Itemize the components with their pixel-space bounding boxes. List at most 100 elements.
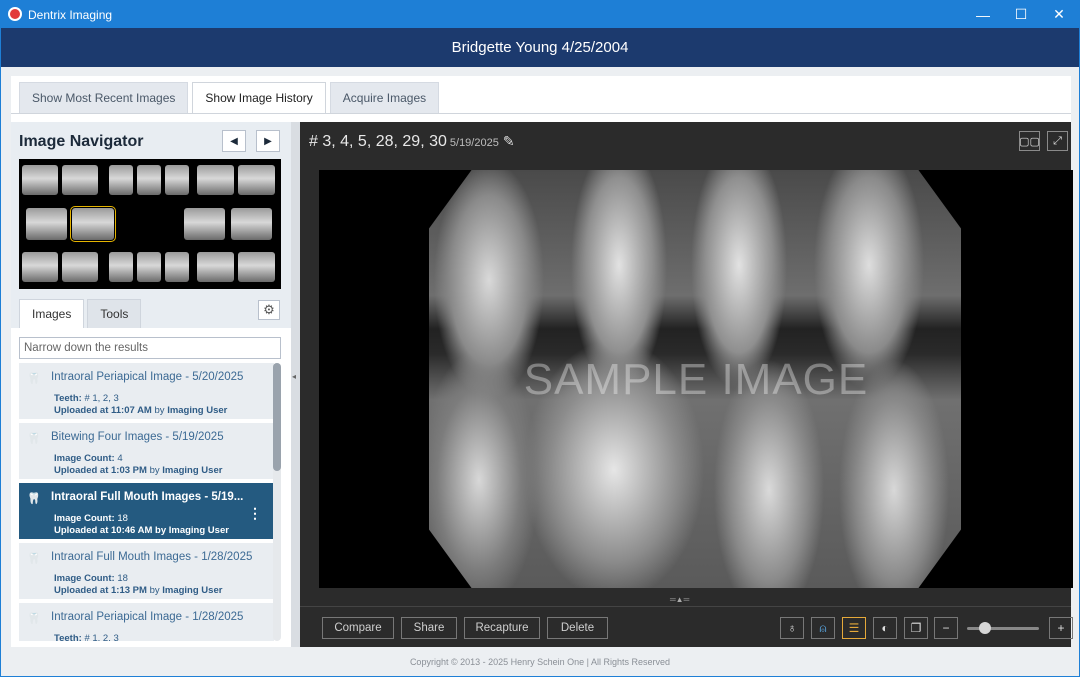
upload-user: Imaging User — [167, 405, 228, 416]
zoom-out-button[interactable]: − — [934, 617, 958, 639]
image-stage[interactable]: SAMPLE IMAGE — [319, 170, 1073, 588]
thumbnail[interactable] — [109, 252, 133, 282]
upload-user: Imaging User — [168, 525, 229, 536]
thumbnail[interactable] — [231, 208, 272, 240]
sample-watermark: SAMPLE IMAGE — [523, 355, 869, 404]
list-item[interactable]: 🦷 Bitewing Four Images - 5/19/2025 Image… — [19, 423, 274, 481]
thumbnail[interactable] — [62, 252, 98, 282]
list-scrollbar[interactable] — [273, 363, 281, 641]
arrow-left-icon: ◀ — [230, 135, 238, 147]
tooth-icon: 🦷 — [27, 613, 41, 625]
thumbnail[interactable] — [184, 208, 225, 240]
panel-splitter[interactable]: ◂ — [291, 122, 300, 647]
item-detail: Image Count: 18 — [54, 513, 128, 524]
thumbnail[interactable] — [22, 165, 58, 195]
thumbnail[interactable] — [26, 208, 67, 240]
upload-user: Imaging User — [162, 585, 223, 596]
thumbnail[interactable] — [165, 252, 189, 282]
detail-value: 18 — [117, 513, 128, 524]
tooth-icon: 🦷 — [27, 433, 41, 445]
thumbnail[interactable] — [137, 165, 161, 195]
zoom-slider-knob[interactable] — [979, 622, 991, 634]
prev-image-button[interactable]: ◀ — [222, 130, 246, 152]
more-options-icon[interactable]: ⋮ — [248, 505, 262, 522]
tab-images[interactable]: Images — [19, 299, 85, 328]
scrollbar-thumb[interactable] — [273, 363, 281, 471]
item-detail: Image Count: 18 — [54, 573, 128, 584]
copy-tool[interactable]: ❐ — [904, 617, 928, 639]
search-input[interactable]: Narrow down the results — [19, 337, 281, 359]
thumbnail[interactable] — [22, 252, 58, 282]
history-list: 🦷 Intraoral Periapical Image - 5/20/2025… — [19, 363, 274, 641]
app-logo-icon — [8, 7, 22, 21]
thumbnail[interactable] — [137, 252, 161, 282]
thumbnail-selected[interactable] — [70, 206, 116, 242]
detail-label: Image Count: — [54, 573, 115, 584]
collapse-icon[interactable]: ◂ — [292, 372, 296, 381]
title-bar: Dentrix Imaging — ☐ ✕ — [1, 1, 1079, 28]
thumbnail[interactable] — [109, 165, 133, 195]
settings-button[interactable]: ⚙ — [258, 300, 280, 320]
navigator-title: Image Navigator — [19, 133, 144, 150]
detail-value: 4 — [117, 453, 123, 464]
thumbnail[interactable] — [165, 165, 189, 195]
detail-value: # 1, 2, 3 — [84, 633, 119, 641]
patient-name: Bridgette Young 4/25/2004 — [451, 39, 629, 56]
thumbnail[interactable] — [197, 165, 234, 195]
list-item[interactable]: 🦷 Intraoral Full Mouth Images - 1/28/202… — [19, 543, 274, 601]
maximize-button[interactable]: ☐ — [1002, 1, 1040, 28]
fullscreen-button[interactable]: ⤢ — [1047, 131, 1068, 151]
delete-button[interactable]: Delete — [547, 617, 608, 639]
main-tabs: Show Most Recent Images Show Image Histo… — [19, 82, 440, 113]
adjust-tool[interactable]: ☰ — [842, 617, 866, 639]
upload-label: Uploaded at — [54, 525, 109, 536]
tab-acquire-images[interactable]: Acquire Images — [329, 82, 440, 113]
arrow-right-icon: ▶ — [264, 135, 272, 147]
close-button[interactable]: ✕ — [1040, 1, 1078, 28]
patient-header: Bridgette Young 4/25/2004 — [1, 28, 1079, 67]
tooth-outline-icon: ♁ — [787, 621, 797, 635]
upload-by: by — [155, 525, 167, 536]
edit-icon[interactable]: ✎ — [503, 133, 515, 149]
list-item[interactable]: 🦷 Intraoral Periapical Image - 1/28/2025… — [19, 603, 274, 641]
teeth-numbers: # 3, 4, 5, 28, 29, 30 — [309, 133, 447, 150]
expand-icon: ⤢ — [1053, 134, 1062, 147]
share-button[interactable]: Share — [401, 617, 457, 639]
contrast-tool[interactable]: ◐ — [873, 617, 897, 639]
tooth-icon: 🦷 — [27, 553, 41, 565]
detail-label: Image Count: — [54, 453, 115, 464]
detail-label: Teeth: — [54, 393, 82, 404]
tab-image-history[interactable]: Show Image History — [192, 82, 326, 113]
item-upload: Uploaded at 11:07 AM by Imaging User — [54, 405, 227, 416]
thumbnail[interactable] — [238, 165, 275, 195]
tooth-chart-tool[interactable]: ⍝ — [811, 617, 835, 639]
item-title: Intraoral Full Mouth Images - 5/19... — [51, 491, 244, 503]
upload-time: 1:03 PM — [111, 465, 147, 476]
upload-label: Uploaded at — [54, 405, 109, 416]
zoom-in-button[interactable]: + — [1049, 617, 1073, 639]
upload-time: 10:46 AM — [111, 525, 153, 536]
upload-time: 1:13 PM — [111, 585, 147, 596]
detail-value: 18 — [117, 573, 128, 584]
upload-time: 11:07 AM — [111, 405, 152, 416]
resize-grip-icon[interactable]: ═▲═ — [670, 595, 689, 604]
thumbnail[interactable] — [238, 252, 275, 282]
compare-button[interactable]: Compare — [322, 617, 394, 639]
recapture-button[interactable]: Recapture — [464, 617, 540, 639]
sliders-icon: ☰ — [848, 621, 860, 635]
tooth-icon: 🦷 — [27, 493, 41, 505]
thumbnail[interactable] — [197, 252, 234, 282]
tooth-view-tool[interactable]: ♁ — [780, 617, 804, 639]
tab-most-recent[interactable]: Show Most Recent Images — [19, 82, 189, 113]
list-item[interactable]: 🦷 Intraoral Periapical Image - 5/20/2025… — [19, 363, 274, 421]
thumbnail[interactable] — [62, 165, 98, 195]
next-image-button[interactable]: ▶ — [256, 130, 280, 152]
zoom-slider[interactable] — [967, 622, 1039, 634]
app-window: Dentrix Imaging — ☐ ✕ Bridgette Young 4/… — [0, 0, 1080, 677]
list-item-selected[interactable]: 🦷 Intraoral Full Mouth Images - 5/19... … — [19, 483, 274, 541]
tab-tools[interactable]: Tools — [87, 299, 142, 328]
upload-label: Uploaded at — [54, 585, 109, 596]
minimize-button[interactable]: — — [964, 1, 1002, 28]
tooth-icon: 🦷 — [27, 373, 41, 385]
layout-button[interactable]: ▢▢ — [1019, 131, 1040, 151]
